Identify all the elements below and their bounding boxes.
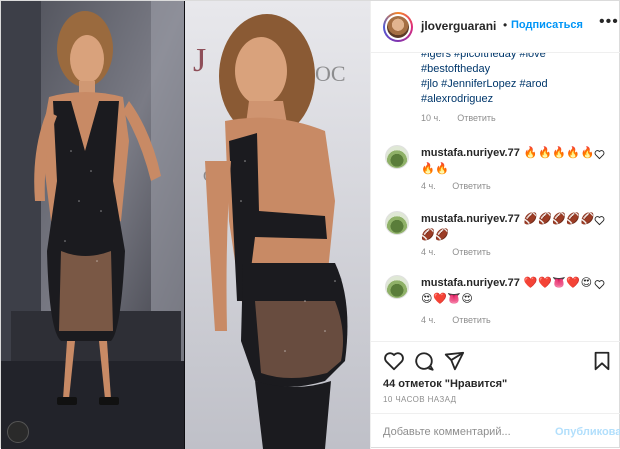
comment-meta: 4 ч. Ответить — [421, 247, 505, 257]
media-corner-avatar — [7, 421, 29, 443]
comments-list[interactable]: #igers #picoftheday #love #bestoftheday … — [371, 53, 620, 341]
caption-time: 10 ч. — [421, 113, 441, 123]
comment-reply-link[interactable]: Ответить — [452, 315, 490, 325]
heart-icon[interactable] — [383, 350, 405, 372]
heart-icon[interactable] — [594, 215, 605, 226]
comment-meta: 4 ч. Ответить — [421, 181, 505, 191]
svg-text:OC: OC — [315, 61, 346, 86]
more-options-icon[interactable]: ••• — [599, 13, 619, 31]
commenter-avatar[interactable] — [385, 275, 409, 299]
likes-count[interactable]: 44 отметок "Нравится" — [383, 378, 507, 390]
post-header: jloverguarani • Подписаться ••• — [371, 1, 620, 53]
comment-text: mustafa.nuriyev.77 ❤️❤️👅❤️😍😍❤️👅😍 — [421, 275, 599, 307]
caption-text: #igers #picoftheday #love #bestoftheday … — [421, 53, 611, 107]
author-avatar[interactable] — [383, 12, 413, 42]
caption-reply-link[interactable]: Ответить — [457, 113, 495, 123]
posted-time: 10 ЧАСОВ НАЗАД — [383, 395, 457, 404]
post-actions — [371, 341, 620, 381]
follow-button[interactable]: Подписаться — [511, 19, 583, 31]
comment-time: 4 ч. — [421, 181, 436, 191]
photo-right: J OC CIR OC — [185, 1, 370, 449]
share-icon[interactable] — [443, 350, 465, 372]
comment-meta: 4 ч. Ответить — [421, 315, 505, 325]
separator-dot: • — [503, 18, 508, 32]
commenter-username[interactable]: mustafa.nuriyev.77 — [421, 213, 520, 225]
commenter-avatar[interactable] — [385, 145, 409, 169]
hashtag-line[interactable]: #igers #picoftheday #love — [421, 53, 611, 62]
comment-time: 4 ч. — [421, 315, 436, 325]
comment-icon[interactable] — [413, 350, 435, 372]
instagram-post: J OC CIR OC jloverguarani • — [0, 0, 620, 449]
post-side-panel: jloverguarani • Подписаться ••• #igers #… — [370, 1, 620, 449]
comment-composer: Опубликовать — [371, 413, 620, 449]
author-username[interactable]: jloverguarani — [421, 19, 496, 33]
comment-reply-link[interactable]: Ответить — [452, 247, 490, 257]
hashtag-line[interactable]: #alexrodriguez — [421, 92, 611, 107]
commenter-avatar[interactable] — [385, 211, 409, 235]
post-media[interactable]: J OC CIR OC — [1, 1, 370, 449]
comment-text: mustafa.nuriyev.77 🏈🏈🏈🏈🏈🏈🏈 — [421, 211, 599, 243]
commenter-username[interactable]: mustafa.nuriyev.77 — [421, 277, 520, 289]
heart-icon[interactable] — [594, 149, 605, 160]
comment-time: 4 ч. — [421, 247, 436, 257]
svg-text:J: J — [193, 42, 206, 79]
photo-left — [1, 1, 185, 449]
hashtag-line[interactable]: #jlo #JenniferLopez #arod — [421, 77, 611, 92]
commenter-username[interactable]: mustafa.nuriyev.77 — [421, 147, 520, 159]
comment-reply-link[interactable]: Ответить — [452, 181, 490, 191]
comment-input[interactable] — [381, 422, 545, 442]
comment-text: mustafa.nuriyev.77 🔥🔥🔥🔥🔥🔥🔥 — [421, 145, 599, 177]
bookmark-icon[interactable] — [591, 350, 613, 372]
heart-icon[interactable] — [594, 279, 605, 290]
publish-button[interactable]: Опубликовать — [555, 426, 620, 438]
caption-meta: 10 ч. Ответить — [421, 113, 510, 123]
hashtag-line[interactable]: #bestoftheday — [421, 62, 611, 77]
